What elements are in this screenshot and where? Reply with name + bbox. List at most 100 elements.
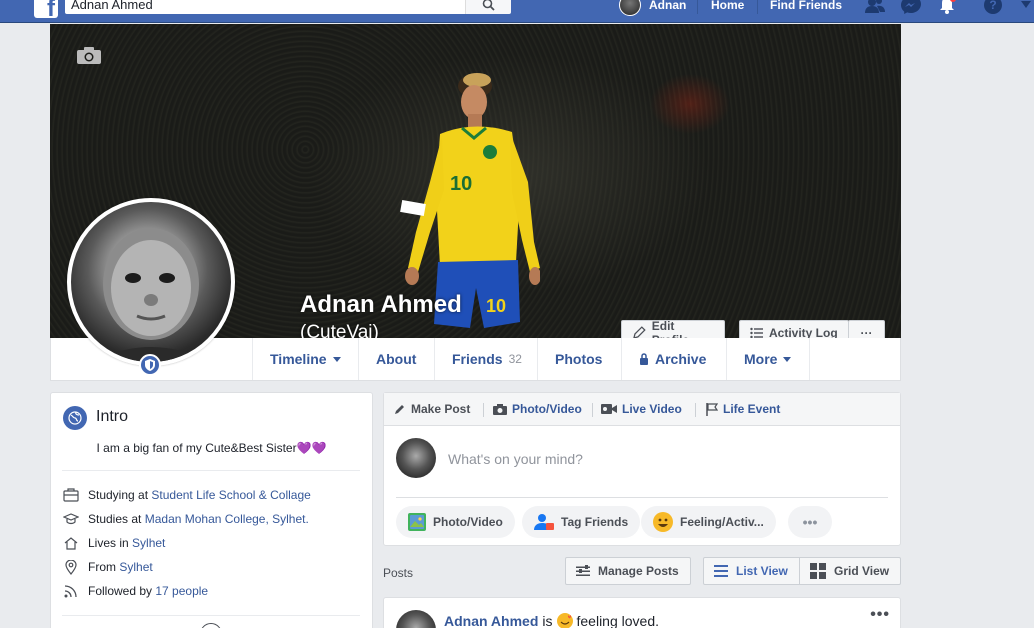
tab-archive-label: Archive xyxy=(655,351,707,367)
profile-more-button[interactable]: ··· xyxy=(848,320,885,338)
list-view-icon xyxy=(714,565,728,577)
post-header: Adnan Ahmed is feeling loved. xyxy=(444,613,659,628)
tag-friends-action-label: Tag Friends xyxy=(561,515,629,529)
post-card: Adnan Ahmed is feeling loved. ••• xyxy=(383,597,901,628)
intro-lives-link[interactable]: Sylhet xyxy=(132,536,165,550)
tab-more-label: More xyxy=(744,351,778,367)
intro-row-education: Studies at Madan Mohan College, Sylhet. xyxy=(62,510,309,528)
tab-timeline[interactable]: Timeline xyxy=(252,338,359,380)
top-bar: f Adnan Ahmed Adnan Home Find Friends ? xyxy=(0,0,1034,23)
profile-alternate-name: (CuteVai) xyxy=(300,322,379,338)
friends-icon xyxy=(865,0,885,13)
help-icon: ? xyxy=(984,0,1002,14)
tab-about[interactable]: About xyxy=(358,338,434,380)
photo-video-action-label: Photo/Video xyxy=(433,515,503,529)
profile-face xyxy=(91,228,211,362)
photo-video-action[interactable]: Photo/Video xyxy=(396,506,515,538)
intro-divider xyxy=(62,470,360,471)
video-camera-icon xyxy=(601,404,617,414)
list-icon xyxy=(750,327,763,338)
profile-guard-badge[interactable] xyxy=(139,354,161,376)
manage-posts-button[interactable]: Manage Posts xyxy=(565,557,691,585)
svg-text:10: 10 xyxy=(486,296,506,316)
tab-friends-label: Friends xyxy=(452,351,503,367)
top-avatar xyxy=(619,0,641,16)
edit-profile-label: Edit Profile xyxy=(651,319,689,338)
manage-posts-label: Manage Posts xyxy=(598,564,679,578)
edit-profile-button[interactable]: Edit Profile xyxy=(621,319,725,338)
tab-about-label: About xyxy=(376,351,417,367)
life-event-tab[interactable]: Life Event xyxy=(706,401,780,417)
post-options-button[interactable]: ••• xyxy=(870,606,890,624)
divider xyxy=(697,0,698,14)
intro-education-link[interactable]: Madan Mohan College, Sylhet. xyxy=(145,512,309,526)
pencil-icon xyxy=(633,326,646,338)
search-icon xyxy=(482,0,495,11)
photo-video-tab[interactable]: Photo/Video xyxy=(493,401,582,417)
home-icon xyxy=(62,535,80,551)
tab-friends[interactable]: Friends 32 xyxy=(434,338,538,380)
lock-icon xyxy=(640,353,648,365)
intro-work-link[interactable]: Student Life School & Collage xyxy=(151,488,310,502)
composer-divider xyxy=(396,497,888,498)
friend-requests-button[interactable] xyxy=(863,0,887,16)
post-feeling-text: feeling loved. xyxy=(576,613,660,628)
intro-row-prefix: Lives in xyxy=(88,536,129,550)
account-menu-button[interactable] xyxy=(1014,0,1034,16)
composer-tabs: Make Post Photo/Video Live Video Life Ev… xyxy=(384,393,900,426)
divider xyxy=(695,403,696,417)
tag-friends-action[interactable]: Tag Friends xyxy=(522,506,641,538)
photo-video-label: Photo/Video xyxy=(512,402,582,416)
intro-row-lives: Lives in Sylhet xyxy=(62,534,165,552)
feeling-activity-action[interactable]: Feeling/Activ... xyxy=(641,506,776,538)
tab-more[interactable]: More xyxy=(726,338,810,380)
intro-row-from: From Sylhet xyxy=(62,558,153,576)
help-button[interactable]: ? xyxy=(981,0,1005,16)
update-cover-button[interactable] xyxy=(77,46,101,67)
profile-picture[interactable] xyxy=(67,198,235,366)
messenger-button[interactable] xyxy=(899,0,923,16)
live-video-tab[interactable]: Live Video xyxy=(601,401,682,417)
caret-down-icon xyxy=(783,356,792,362)
list-view-button[interactable]: List View xyxy=(703,557,800,585)
intro-bio: I am a big fan of my Cute&Best Sister💜💜 xyxy=(96,441,327,455)
intro-card: Intro I am a big fan of my Cute&Best Sis… xyxy=(50,392,373,628)
post-author-link[interactable]: Adnan Ahmed xyxy=(444,613,538,628)
activity-log-button[interactable]: Activity Log xyxy=(739,320,849,338)
grid-view-button[interactable]: Grid View xyxy=(799,557,901,585)
caret-down-icon xyxy=(1021,1,1031,8)
grid-view-label: Grid View xyxy=(834,564,890,578)
find-friends-link[interactable]: Find Friends xyxy=(770,0,842,14)
facebook-logo[interactable]: f xyxy=(34,0,58,18)
divider xyxy=(592,403,593,417)
search-input[interactable]: Adnan Ahmed xyxy=(65,0,465,14)
list-view-label: List View xyxy=(736,564,788,578)
post-composer: Make Post Photo/Video Live Video Life Ev… xyxy=(383,392,901,546)
messenger-icon xyxy=(901,0,921,14)
camera-icon xyxy=(77,47,101,64)
tab-timeline-label: Timeline xyxy=(270,351,327,367)
intro-followers-link[interactable]: 17 people xyxy=(155,584,208,598)
caret-down-icon xyxy=(332,356,341,362)
search-button[interactable] xyxy=(465,0,511,14)
make-post-tab[interactable]: Make Post xyxy=(394,401,470,417)
intro-from-link[interactable]: Sylhet xyxy=(119,560,152,574)
intro-add-icon[interactable] xyxy=(200,623,222,628)
profile-name[interactable]: Adnan Ahmed xyxy=(300,291,462,319)
tab-archive[interactable]: Archive xyxy=(621,338,727,380)
notifications-button[interactable] xyxy=(935,0,959,16)
posts-heading: Posts xyxy=(383,566,414,580)
status-input[interactable]: What's on your mind? xyxy=(448,451,583,467)
life-event-label: Life Event xyxy=(723,402,781,416)
home-link[interactable]: Home xyxy=(711,0,744,14)
briefcase-icon xyxy=(62,487,80,503)
camera-icon xyxy=(493,404,507,415)
composer-more-button[interactable]: ••• xyxy=(788,506,832,538)
settings-sliders-icon xyxy=(576,565,590,576)
tab-photos-label: Photos xyxy=(555,351,603,367)
profile-link[interactable]: Adnan xyxy=(619,0,686,16)
tab-photos[interactable]: Photos xyxy=(537,338,622,380)
location-pin-icon xyxy=(62,559,80,575)
post-avatar[interactable] xyxy=(396,610,436,628)
intro-row-prefix: Studies at xyxy=(88,512,142,526)
